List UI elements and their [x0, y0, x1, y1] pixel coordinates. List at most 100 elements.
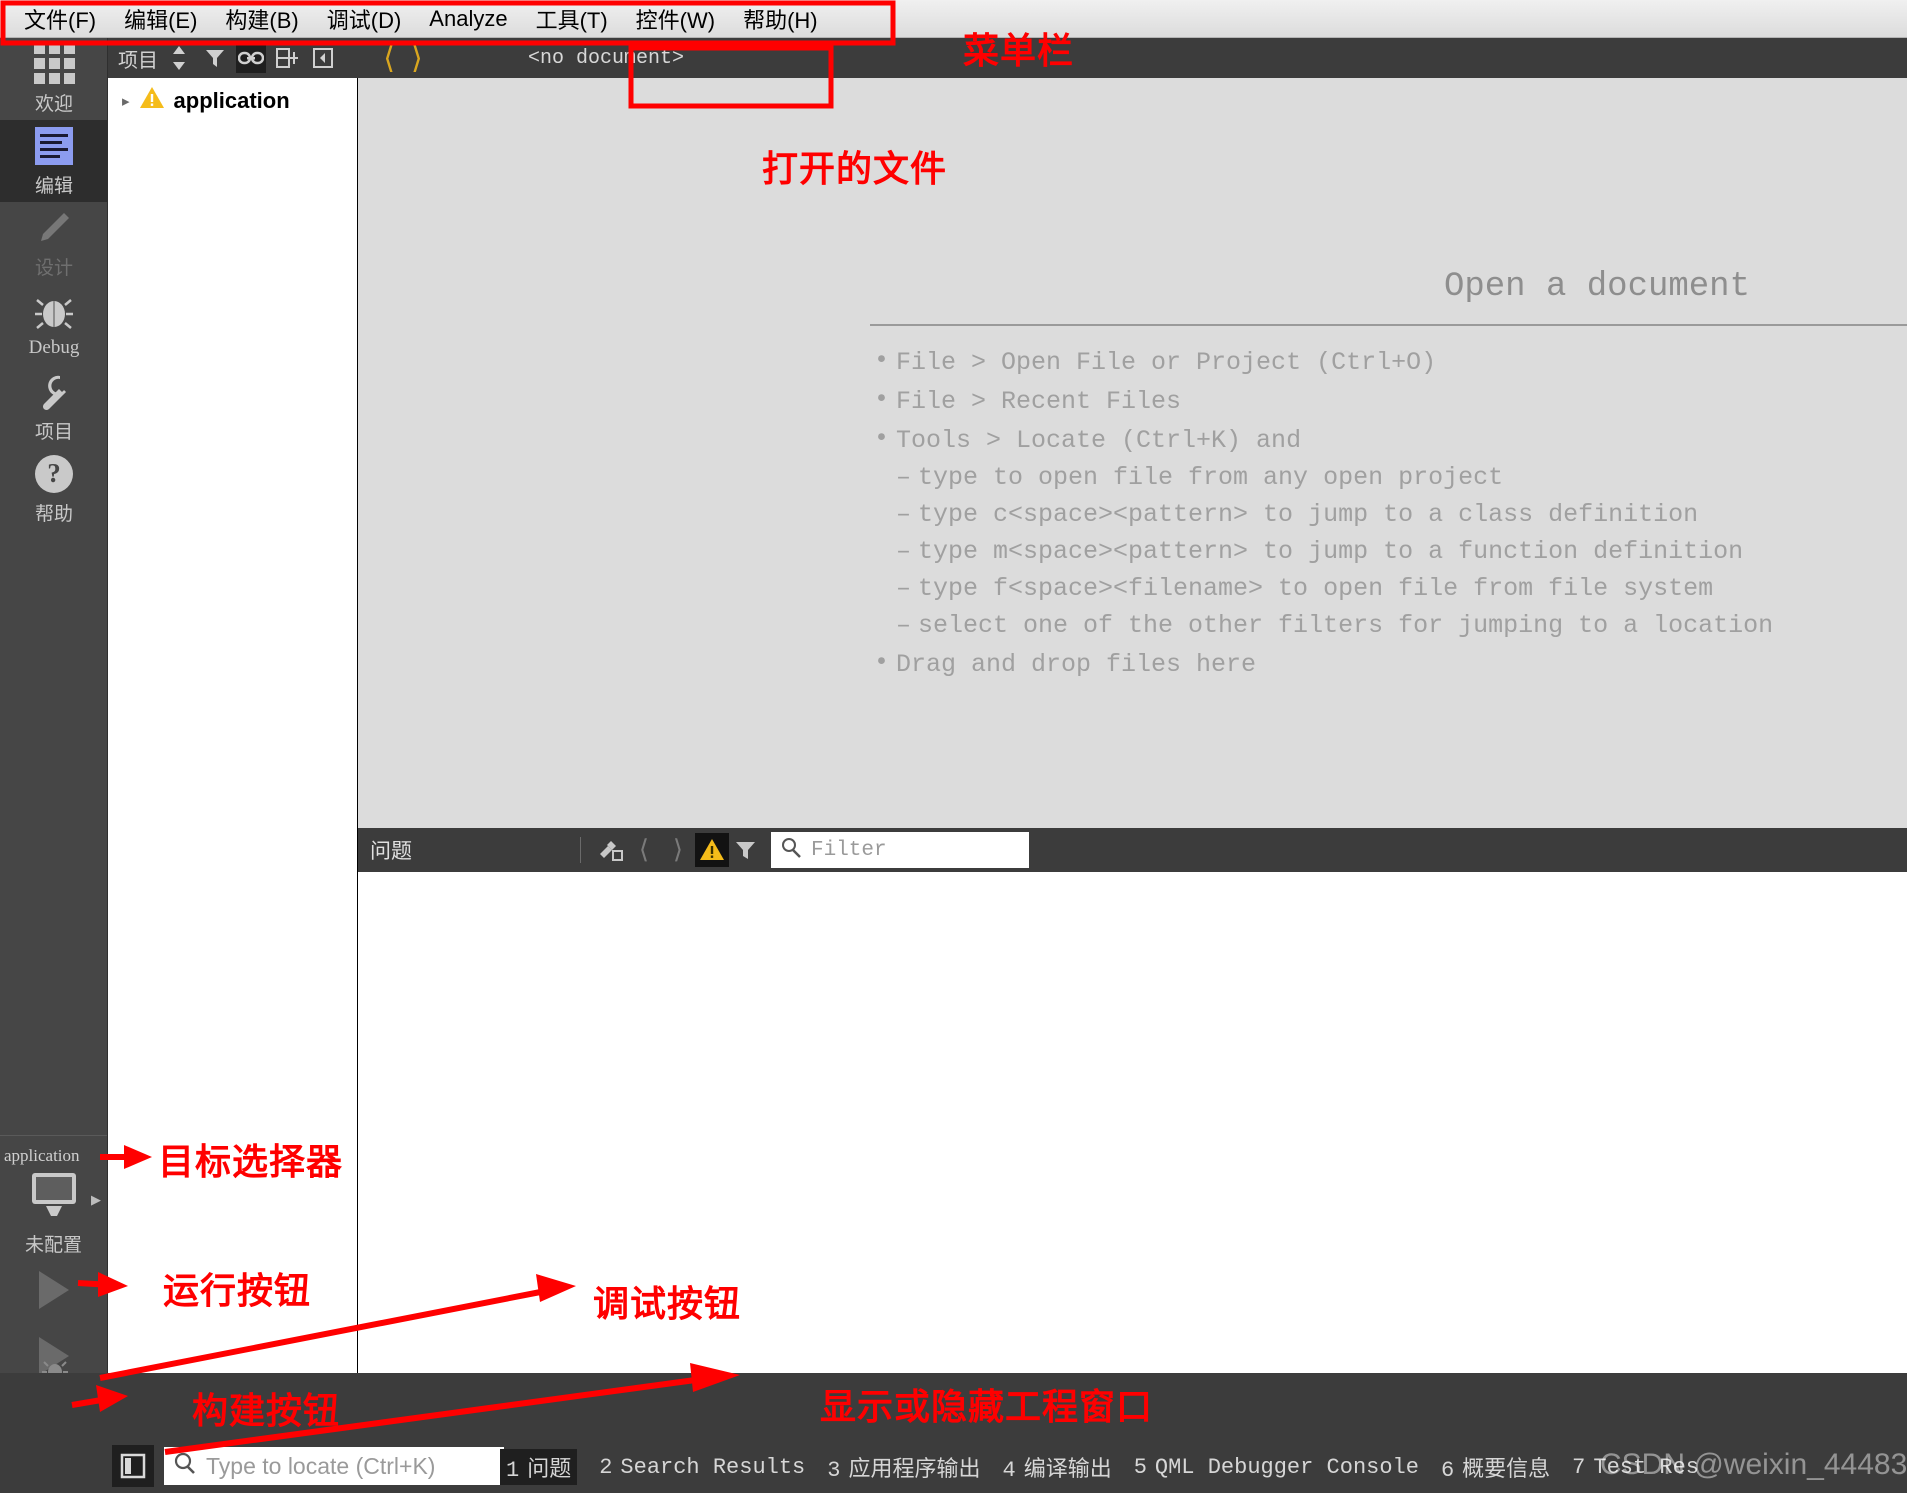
issues-panel-body[interactable]	[358, 872, 1907, 1373]
hint-text: Tools > Locate (Ctrl+K) and	[896, 426, 1302, 455]
qt-creator-window: 文件(F) 编辑(E) 构建(B) 调试(D) Analyze 工具(T) 控件…	[0, 0, 1907, 1493]
issues-filter-placeholder: Filter	[811, 838, 887, 862]
filter-funnel-icon[interactable]	[200, 43, 230, 73]
open-document-label[interactable]: <no document>	[528, 47, 684, 70]
sidebar-item-projects[interactable]: 项目	[0, 366, 108, 448]
watermark: CSDN @weixin_44483026	[1600, 1448, 1907, 1481]
locator-row: Type to locate (Ctrl+K)	[112, 1445, 504, 1487]
sidebar-item-debug[interactable]: Debug	[0, 284, 108, 366]
kit-selector[interactable]: application ▶ 未配置	[0, 1135, 107, 1257]
menu-item-file[interactable]: 文件(F)	[10, 0, 110, 38]
sidebar-item-help[interactable]: ? 帮助	[0, 448, 108, 530]
sidebar-item-welcome[interactable]: 欢迎	[0, 38, 108, 120]
chevron-left-icon[interactable]: ⟨	[627, 833, 661, 867]
tab-number: 7	[1572, 1454, 1586, 1480]
tab-number: 5	[1133, 1454, 1147, 1480]
clear-pane-icon[interactable]	[593, 833, 627, 867]
output-tab-qml-debugger-console[interactable]: 5 QML Debugger Console	[1134, 1455, 1419, 1480]
tab-label: Search Results	[620, 1454, 806, 1480]
grid-icon	[33, 43, 75, 85]
menu-item-build[interactable]: 构建(B)	[211, 0, 312, 38]
tab-label: QML Debugger Console	[1154, 1454, 1419, 1480]
mode-list: 欢迎 编辑 设计 Debug 项目 ? 帮助	[0, 38, 108, 530]
hint-text: File > Open File or Project (Ctrl+O)	[896, 348, 1437, 377]
hint-item: Tools > Locate (Ctrl+K) and type to open…	[870, 424, 1907, 640]
hint-item: Drag and drop files here	[870, 648, 1907, 679]
hint-subitem: type m<space><pattern> to jump to a func…	[896, 537, 1907, 566]
warning-triangle-icon[interactable]	[695, 833, 729, 867]
run-button[interactable]	[0, 1257, 107, 1323]
desktop-monitor-icon	[26, 1170, 82, 1225]
page-title: Open a document	[1443, 268, 1750, 306]
output-tab-issues[interactable]: 1 问题	[500, 1449, 578, 1485]
menu-item-help[interactable]: 帮助(H)	[729, 0, 832, 38]
project-view-combo[interactable]: 项目	[118, 44, 158, 73]
annotation-label-build-button: 构建按钮	[192, 1390, 341, 1431]
editor-toolbar: <no document>	[448, 38, 1907, 78]
sidebar-item-edit[interactable]: 编辑	[0, 120, 108, 202]
search-magnifier-icon	[779, 836, 803, 865]
menu-item-window[interactable]: 控件(W)	[622, 0, 729, 38]
tab-number: 1	[506, 1458, 520, 1483]
sidebar-item-design[interactable]: 设计	[0, 202, 108, 284]
chevron-right-icon: ▶	[91, 1192, 101, 1207]
bug-icon	[33, 291, 75, 333]
hint-item: File > Recent Files	[870, 385, 1907, 416]
output-tab-application-output[interactable]: 3 应用程序输出	[827, 1451, 980, 1483]
annotation-label-toggle-project-window: 显示或隐藏工程窗口	[820, 1386, 1154, 1427]
menu-item-analyze[interactable]: Analyze	[415, 3, 521, 35]
tab-number: 4	[1002, 1458, 1016, 1483]
chevron-right-icon[interactable]: ▸	[122, 92, 130, 110]
output-pane-tabs: 1 问题 2 Search Results 3 应用程序输出 4 编译输出 5 …	[500, 1449, 1699, 1485]
tree-item-application[interactable]: ▸ application	[108, 78, 357, 115]
annotation-label-menubar: 菜单栏	[963, 30, 1075, 71]
tab-number: 6	[1440, 1458, 1455, 1483]
output-tab-compile-output[interactable]: 4 编译输出	[1002, 1451, 1111, 1483]
hint-subitem: select one of the other filters for jump…	[896, 611, 1907, 640]
tab-number: 2	[599, 1454, 613, 1480]
chevron-right-icon[interactable]: ⟩	[661, 833, 695, 867]
hint-item: File > Open File or Project (Ctrl+O)	[870, 346, 1907, 377]
collapse-panel-icon[interactable]	[308, 43, 338, 73]
menu-item-debug[interactable]: 调试(D)	[313, 0, 416, 38]
tree-item-label: application	[173, 87, 290, 113]
hint-text: File > Recent Files	[896, 387, 1182, 416]
divider	[580, 837, 581, 863]
document-icon	[33, 125, 75, 167]
split-add-icon[interactable]	[272, 43, 302, 73]
output-tab-general-messages[interactable]: 6 概要信息	[1441, 1451, 1550, 1483]
link-chain-icon[interactable]	[236, 43, 266, 73]
filter-funnel-icon[interactable]	[729, 833, 763, 867]
updown-arrows-icon[interactable]	[164, 43, 194, 73]
question-icon: ?	[33, 453, 75, 495]
menu-bar: 文件(F) 编辑(E) 构建(B) 调试(D) Analyze 工具(T) 控件…	[0, 0, 1907, 38]
hint-list: File > Open File or Project (Ctrl+O) Fil…	[870, 346, 1907, 679]
open-document-hint: Open a document File > Open File or Proj…	[870, 268, 1907, 689]
menu-item-edit[interactable]: 编辑(E)	[110, 0, 211, 38]
annotation-label-debug-button: 调试按钮	[593, 1283, 742, 1324]
issues-filter-input[interactable]: Filter	[771, 832, 1029, 868]
sidebar-toggle-icon[interactable]	[112, 1445, 154, 1487]
tab-label: 应用程序输出	[848, 1458, 981, 1483]
tab-label: 问题	[527, 1458, 572, 1483]
locator-placeholder: Type to locate (Ctrl+K)	[206, 1452, 436, 1479]
issues-panel-toolbar: 问题 ⟨ ⟩ Filter	[358, 828, 1907, 872]
pencil-icon	[33, 207, 75, 249]
menu-item-tools[interactable]: 工具(T)	[522, 0, 622, 38]
annotation-label-target-selector: 目标选择器	[158, 1141, 344, 1182]
editor-area[interactable]: Open a document File > Open File or Proj…	[358, 78, 1907, 828]
play-triangle-icon	[38, 1271, 69, 1309]
issues-panel-title: 问题	[370, 839, 412, 863]
mode-spacer	[0, 530, 107, 1135]
mode-label-help: 帮助	[34, 503, 73, 525]
locator-input[interactable]: Type to locate (Ctrl+K)	[164, 1447, 504, 1485]
kit-icon-row: ▶	[0, 1166, 107, 1228]
hint-subitem: type c<space><pattern> to jump to a clas…	[896, 500, 1907, 529]
mode-selector-bar: 欢迎 编辑 设计 Debug 项目 ? 帮助 application ▶ 未配置	[0, 38, 108, 1455]
divider	[870, 324, 1907, 326]
mode-label-edit: 编辑	[34, 175, 73, 197]
kit-status-label: 未配置	[24, 1235, 82, 1256]
output-tab-search-results[interactable]: 2 Search Results	[599, 1455, 805, 1480]
chevron-right-icon[interactable]: ⟩	[411, 41, 423, 76]
chevron-left-icon[interactable]: ⟨	[383, 41, 395, 76]
